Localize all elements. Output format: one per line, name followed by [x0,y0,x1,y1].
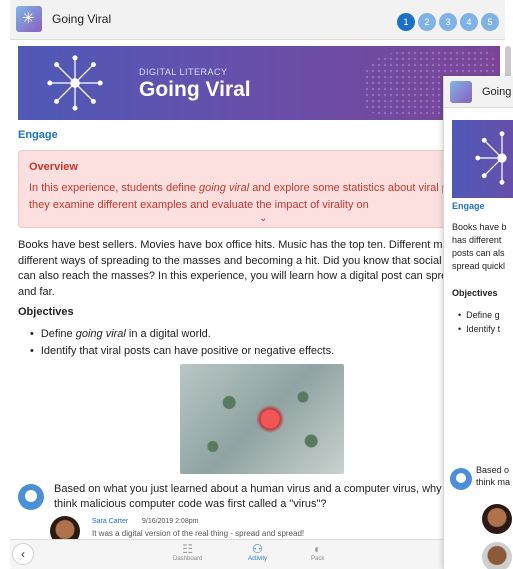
expand-chevron-icon[interactable]: ⌄ [259,213,267,224]
side-objectives-list: Define g Identify t [458,308,500,336]
network-burst-icon [47,55,103,111]
lesson-banner: DIGITAL LITERACY Going Viral [18,46,500,120]
side-objective-item: Define g [458,308,500,322]
intro-paragraph: Books have best sellers. Movies have box… [18,239,504,298]
lesson-thumbnail [16,6,42,32]
pack-icon: ◐ [314,542,322,556]
step-4-button[interactable]: 4 [460,13,478,31]
side-comment-avatar [482,542,512,569]
step-5-button[interactable]: 5 [481,13,499,31]
nav-pack[interactable]: ◐ Pack [311,542,324,562]
bottom-toolbar: ‹ ☷ Dashboard ⚇ Activity ◐ Pack [10,539,505,569]
objectives-list: Define going viral in a digital world. I… [30,326,334,360]
objective-item: Define going viral in a digital world. [30,326,334,343]
side-lesson-thumbnail [450,81,472,103]
side-objective-item: Identify t [458,322,500,336]
top-bar: Going Viral 1 2 3 4 5 [10,0,505,40]
overview-box[interactable]: Overview In this experience, students de… [18,150,500,228]
side-section-label: Engage [452,201,485,211]
main-panel: Going Viral 1 2 3 4 5 DIGITAL [10,0,505,569]
side-objectives-heading: Objectives [452,288,498,298]
chevron-left-icon[interactable]: ‹ [12,543,34,565]
comment-date: 9/16/2019 2:08pm [142,518,199,525]
banner-title: Going Viral [139,78,251,101]
section-label: Engage [18,129,58,141]
objectives-heading: Objectives [18,306,74,318]
objective-item: Identify that viral posts can have posit… [30,343,334,360]
activity-icon: ⚇ [252,542,263,556]
dashboard-icon: ☷ [182,542,194,556]
virus-photo [180,364,344,474]
side-question: Based o think ma [476,465,511,487]
overview-text: In this experience, students define goin… [29,182,500,211]
network-burst-icon [475,131,507,185]
overview-heading: Overview [29,161,78,173]
side-question-avatar-icon [450,468,472,490]
discussion-question: Based on what you just learned about a h… [54,483,478,510]
comment-author[interactable]: Sara Carter [92,518,128,525]
step-3-button[interactable]: 3 [439,13,457,31]
step-navigation: 1 2 3 4 5 [397,13,499,31]
side-panel-title: Going [482,86,512,98]
lesson-title: Going Viral [52,12,112,26]
side-panel[interactable]: Going Engage Books have b has different … [443,76,513,569]
step-1-button[interactable]: 1 [397,13,415,31]
nav-activity[interactable]: ⚇ Activity [248,542,267,562]
step-2-button[interactable]: 2 [418,13,436,31]
question-avatar-icon [18,484,44,510]
side-comment-avatar [482,504,512,534]
nav-dashboard[interactable]: ☷ Dashboard [173,542,202,562]
side-paragraph: Books have b has different posts can als… [452,222,507,271]
comment-text: It was a digital version of the real thi… [92,529,305,538]
side-panel-banner [452,120,513,198]
side-panel-header: Going [444,76,513,108]
banner-eyebrow: DIGITAL LITERACY [139,67,228,77]
